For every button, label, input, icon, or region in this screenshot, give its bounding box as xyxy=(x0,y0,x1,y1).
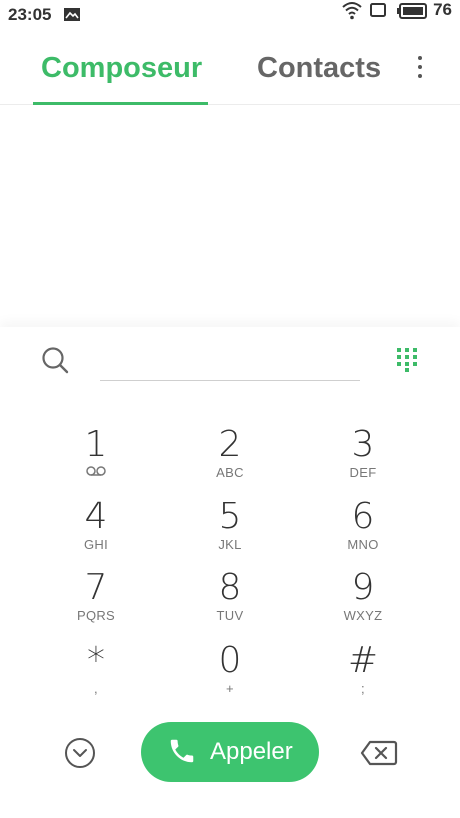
bottom-actions: Appeler xyxy=(0,722,460,784)
key-digit: 9 xyxy=(351,567,375,608)
call-button[interactable]: Appeler xyxy=(141,722,319,782)
key-7[interactable]: 7 PQRS xyxy=(46,570,146,640)
rotation-icon xyxy=(370,3,386,17)
more-options-icon[interactable] xyxy=(410,52,430,82)
key-digit: 0 xyxy=(218,640,242,681)
key-2[interactable]: 2 ABC xyxy=(180,427,280,497)
key-letters: WXYZ xyxy=(343,608,383,623)
voicemail-icon xyxy=(86,466,106,476)
call-button-label: Appeler xyxy=(210,738,293,765)
key-letters: + xyxy=(226,681,234,696)
key-digit: 8 xyxy=(218,567,242,608)
key-letters: PQRS xyxy=(76,608,116,623)
battery-percent: 76 xyxy=(433,0,452,19)
key-digit: 1 xyxy=(84,424,108,465)
key-letters: ABC xyxy=(216,465,244,480)
key-digit: 7 xyxy=(84,567,108,608)
key-digit: # xyxy=(347,640,379,681)
key-letters: MNO xyxy=(347,537,379,552)
key-8[interactable]: 8 TUV xyxy=(180,570,280,640)
key-9[interactable]: 9 WXYZ xyxy=(313,570,413,640)
key-digit: 5 xyxy=(218,496,242,537)
key-star[interactable]: * , xyxy=(46,643,146,713)
number-display-area xyxy=(0,105,460,327)
key-3[interactable]: 3 DEF xyxy=(313,427,413,497)
key-5[interactable]: 5 JKL xyxy=(180,499,280,569)
key-digit: 4 xyxy=(84,496,108,537)
status-bar: 23:05 76 xyxy=(0,0,460,30)
key-digit: 6 xyxy=(351,496,375,537)
search-icon[interactable] xyxy=(40,345,70,375)
tab-contacts[interactable]: Contacts xyxy=(257,52,381,85)
key-6[interactable]: 6 MNO xyxy=(313,499,413,569)
key-letters: GHI xyxy=(83,537,108,552)
tab-dialer[interactable]: Composeur xyxy=(41,52,202,85)
key-hash[interactable]: # ; xyxy=(313,643,413,713)
key-digit: 2 xyxy=(218,424,242,465)
tab-bar: Composeur Contacts xyxy=(0,30,460,105)
collapse-dialpad-icon[interactable] xyxy=(64,737,96,769)
photo-notification-icon xyxy=(64,8,80,21)
key-1[interactable]: 1 xyxy=(46,427,146,497)
dialpad-grid-icon[interactable] xyxy=(395,346,419,372)
number-input[interactable] xyxy=(100,380,360,381)
key-digit: * xyxy=(87,640,105,681)
key-4[interactable]: 4 GHI xyxy=(46,499,146,569)
key-letters: TUV xyxy=(216,608,244,623)
key-0[interactable]: 0 + xyxy=(180,643,280,713)
backspace-icon[interactable] xyxy=(360,739,398,767)
status-time: 23:05 xyxy=(8,5,52,24)
battery-icon xyxy=(397,3,427,19)
key-letters: , xyxy=(94,681,98,696)
key-digit: 3 xyxy=(351,424,375,465)
key-letters: DEF xyxy=(349,465,377,480)
key-letters: ; xyxy=(361,681,365,696)
key-letters: JKL xyxy=(218,537,242,552)
phone-icon xyxy=(170,739,194,763)
wifi-icon xyxy=(342,2,362,20)
